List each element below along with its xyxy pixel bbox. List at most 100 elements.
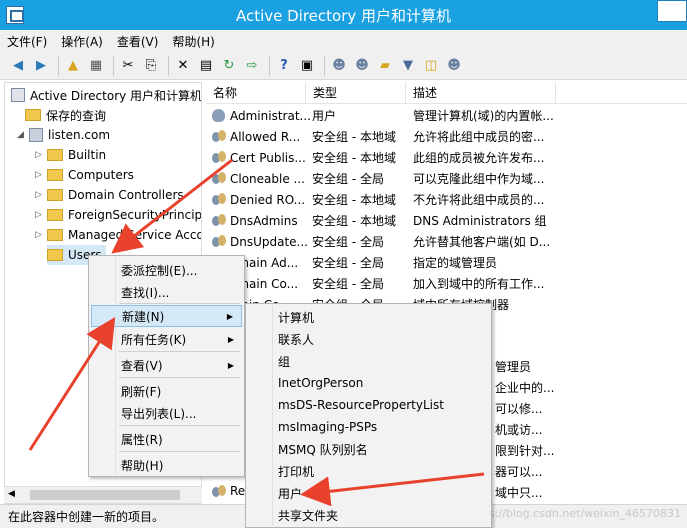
cell-type: 安全组 - 全局 bbox=[312, 172, 384, 186]
filter-icon[interactable]: ▼ bbox=[398, 56, 418, 76]
menu-help[interactable]: 帮助(H) bbox=[165, 33, 221, 50]
toolbar: ◀ ▶ ▲ ▦ ✂ ⎘ ✕ ▤ ↻ ⇨ ? ▣ ☻ ☻ ▰ ▼ ◫ ☻ bbox=[0, 52, 687, 80]
expand-icon[interactable]: ▷ bbox=[35, 190, 47, 200]
group-icon bbox=[212, 193, 226, 206]
table-row[interactable]: Denied RO... 安全组 - 本地域 不允许将此组中成员的... bbox=[206, 189, 687, 210]
folder-icon bbox=[47, 229, 63, 241]
tree-item-label: Domain Controllers bbox=[68, 188, 184, 202]
properties-icon[interactable]: ▤ bbox=[196, 56, 216, 76]
new-ou-icon[interactable]: ▰ bbox=[375, 56, 395, 76]
show-hide-tree-icon[interactable]: ▦ bbox=[86, 56, 106, 76]
forward-icon[interactable]: ▶ bbox=[31, 56, 51, 76]
tree-saved-queries[interactable]: 保存的查询 bbox=[25, 105, 106, 125]
menu-item-delegate[interactable]: 委派控制(E)... bbox=[91, 259, 242, 281]
help-icon[interactable]: ? bbox=[274, 56, 294, 76]
submenu-item-computer[interactable]: 计算机 bbox=[248, 306, 489, 328]
cell-name-text: Cloneable ... bbox=[230, 171, 305, 186]
submenu-item-contact[interactable]: 联系人 bbox=[248, 328, 489, 350]
tree-item-foreign-security[interactable]: ▷ ForeignSecurityPrincipa bbox=[35, 205, 201, 225]
menu-file[interactable]: 文件(F) bbox=[0, 33, 54, 50]
add-to-group-icon[interactable]: ☻ bbox=[444, 56, 464, 76]
submenu-item-label: 计算机 bbox=[278, 310, 315, 325]
expand-icon[interactable]: ▷ bbox=[35, 170, 47, 180]
cut-icon[interactable]: ✂ bbox=[118, 56, 138, 76]
group-icon bbox=[212, 484, 226, 498]
scroll-left-icon[interactable]: ◀ bbox=[8, 489, 15, 499]
submenu-item-user[interactable]: 用户 bbox=[248, 482, 489, 504]
submenu-item-inetorgperson[interactable]: InetOrgPerson bbox=[248, 372, 489, 394]
cell-desc: 不允许将此组中成员的... bbox=[413, 193, 545, 207]
submenu-item-printer[interactable]: 打印机 bbox=[248, 460, 489, 482]
copy-icon[interactable]: ⎘ bbox=[141, 56, 161, 76]
window-control-button[interactable] bbox=[657, 0, 687, 22]
cell-desc-partial: 企业中的... bbox=[495, 381, 555, 395]
menu-item-view[interactable]: 查看(V) ▶ bbox=[91, 354, 242, 376]
expand-icon[interactable]: ▷ bbox=[35, 230, 47, 240]
cell-desc-partial: 机或访... bbox=[495, 423, 543, 437]
new-user-icon[interactable]: ☻ bbox=[329, 56, 349, 76]
toolbar-separator bbox=[58, 55, 59, 76]
submenu-item-msmq-alias[interactable]: MSMQ 队列别名 bbox=[248, 438, 489, 460]
cell-type: 用户 bbox=[312, 109, 337, 123]
table-row[interactable]: Cloneable ... 安全组 - 全局 可以克隆此组中作为域... bbox=[206, 168, 687, 189]
tree-item-builtin[interactable]: ▷ Builtin bbox=[35, 145, 106, 165]
menu-item-help[interactable]: 帮助(H) bbox=[91, 454, 242, 476]
column-header-desc[interactable]: 描述 bbox=[406, 82, 556, 104]
submenu-item-resource-property-list[interactable]: msDS-ResourcePropertyList bbox=[248, 394, 489, 416]
scrollbar-thumb[interactable] bbox=[30, 490, 180, 500]
toolbar-separator bbox=[324, 55, 325, 76]
table-row[interactable]: DnsUpdate... 安全组 - 全局 允许替其他客户端(如 D... bbox=[206, 231, 687, 252]
folder-icon bbox=[47, 169, 63, 181]
menu-item-label: 帮助(H) bbox=[121, 458, 164, 473]
cell-type: 安全组 - 全局 bbox=[312, 256, 384, 270]
menu-item-all-tasks[interactable]: 所有任务(K) ▶ bbox=[91, 328, 242, 350]
menu-item-label: 刷新(F) bbox=[121, 384, 162, 399]
menu-item-label: 查看(V) bbox=[121, 358, 163, 373]
user-icon bbox=[212, 109, 225, 122]
new-submenu: 计算机 联系人 组 InetOrgPerson msDS-ResourcePro… bbox=[245, 303, 492, 528]
submenu-item-group[interactable]: 组 bbox=[248, 350, 489, 372]
tree-domain[interactable]: ◢ listen.com bbox=[17, 125, 110, 145]
menu-action[interactable]: 操作(A) bbox=[54, 33, 110, 50]
menu-item-refresh[interactable]: 刷新(F) bbox=[91, 380, 242, 402]
tree-horizontal-scrollbar[interactable]: ◀ bbox=[4, 486, 202, 503]
column-header-name[interactable]: 名称 bbox=[206, 82, 306, 104]
cell-name: DnsAdmins bbox=[212, 214, 312, 228]
table-row[interactable]: DnsAdmins 安全组 - 本地域 DNS Administrators 组 bbox=[206, 210, 687, 231]
submenu-item-shared-folder[interactable]: 共享文件夹 bbox=[248, 504, 489, 526]
menu-item-label: 属性(R) bbox=[121, 432, 163, 447]
table-row[interactable]: Allowed R... 安全组 - 本地域 允许将此组中成员的密... bbox=[206, 126, 687, 147]
menu-item-new[interactable]: 新建(N) ▶ bbox=[91, 305, 242, 327]
menu-item-find[interactable]: 查找(I)... bbox=[91, 281, 242, 303]
menu-item-export[interactable]: 导出列表(L)... bbox=[91, 402, 242, 424]
toolbar-separator bbox=[113, 55, 114, 76]
tree-root[interactable]: Active Directory 用户和计算机 bbox=[11, 85, 201, 105]
expand-icon[interactable]: ▷ bbox=[35, 150, 47, 160]
menu-item-properties[interactable]: 属性(R) bbox=[91, 428, 242, 450]
menu-view[interactable]: 查看(V) bbox=[110, 33, 166, 50]
refresh-icon[interactable]: ↻ bbox=[219, 56, 239, 76]
cell-desc: DNS Administrators 组 bbox=[413, 214, 547, 228]
context-menu: 委派控制(E)... 查找(I)... 新建(N) ▶ 所有任务(K) ▶ 查看(V… bbox=[88, 255, 245, 477]
tree-item-computers[interactable]: ▷ Computers bbox=[35, 165, 134, 185]
table-row[interactable]: omain Ad... 安全组 - 全局 指定的域管理员 bbox=[206, 252, 687, 273]
table-row[interactable]: Administrat... 用户 管理计算机(域)的内置帐... bbox=[206, 105, 687, 126]
new-group-icon[interactable]: ☻ bbox=[352, 56, 372, 76]
submenu-item-msimaging-psps[interactable]: msImaging-PSPs bbox=[248, 416, 489, 438]
back-icon[interactable]: ◀ bbox=[8, 56, 28, 76]
find-icon[interactable]: ◫ bbox=[421, 56, 441, 76]
tree-saved-queries-label: 保存的查询 bbox=[46, 108, 107, 123]
cell-name-text: Allowed R... bbox=[230, 129, 301, 144]
tree-item-managed-service[interactable]: ▷ Managed Service Acco bbox=[35, 225, 201, 245]
export-icon[interactable]: ⇨ bbox=[242, 56, 262, 76]
table-row[interactable]: omain Co... 安全组 - 全局 加入到域中的所有工作... bbox=[206, 273, 687, 294]
table-row[interactable]: Cert Publis... 安全组 - 本地域 此组的成员被允许发布... bbox=[206, 147, 687, 168]
collapse-icon[interactable]: ◢ bbox=[17, 130, 29, 140]
delete-icon[interactable]: ✕ bbox=[173, 56, 193, 76]
tree-item-label: Computers bbox=[68, 168, 134, 182]
tree-item-domain-controllers[interactable]: ▷ Domain Controllers bbox=[35, 185, 184, 205]
expand-icon[interactable]: ▷ bbox=[35, 210, 47, 220]
column-header-type[interactable]: 类型 bbox=[306, 82, 406, 104]
view-icon[interactable]: ▣ bbox=[297, 56, 317, 76]
up-folder-icon[interactable]: ▲ bbox=[63, 56, 83, 76]
